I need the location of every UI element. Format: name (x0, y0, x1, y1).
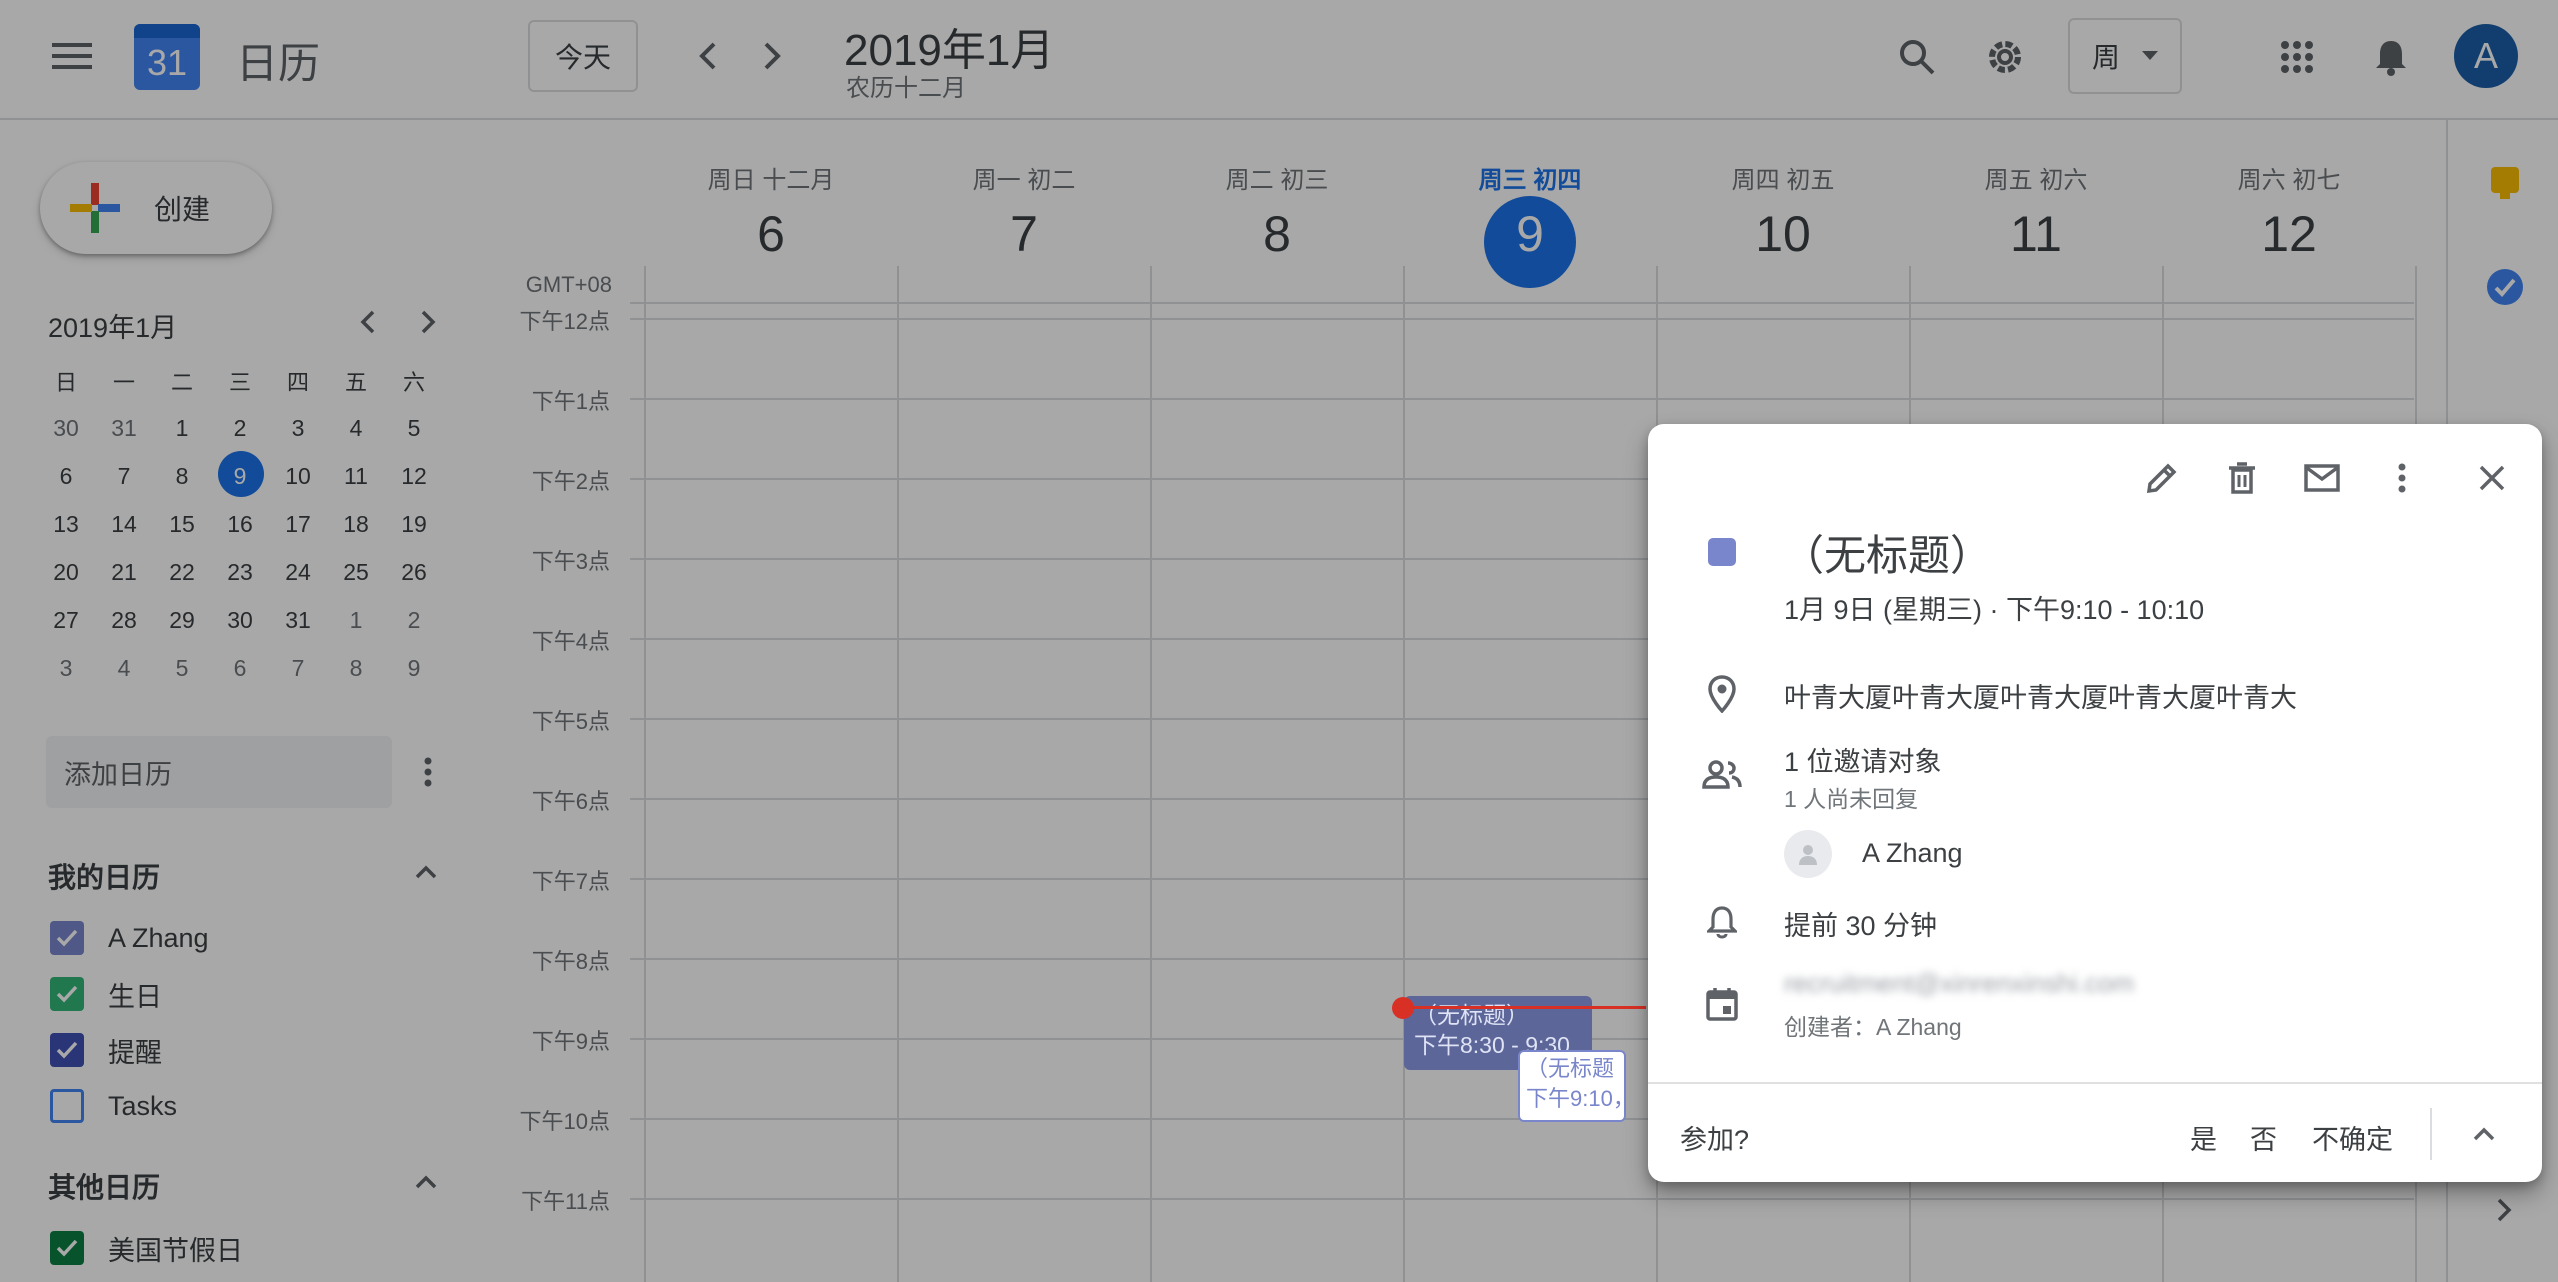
email-guests-icon[interactable] (2292, 448, 2352, 508)
rsvp-question: 参加? (1680, 1125, 1750, 1155)
calendar-icon (1694, 976, 1750, 1032)
event-title: （无标题 (1526, 1056, 1615, 1081)
expand-rsvp-chevron-icon[interactable] (2456, 1106, 2512, 1162)
guest-avatar (1784, 830, 1832, 878)
event-location[interactable]: 叶青大厦叶青大厦叶青大厦叶青大厦叶青大 (1784, 676, 2297, 715)
reminder-bell-icon (1694, 894, 1750, 950)
delete-trash-icon[interactable] (2212, 448, 2272, 508)
calendar-owner-email: recruitment@xinrenxinshi.com (1784, 968, 2135, 998)
guests-pending: 1 人尚未回复 (1784, 786, 1919, 812)
event-color-swatch (1708, 538, 1736, 566)
close-icon[interactable] (2462, 448, 2522, 508)
header-dim (0, 0, 2558, 120)
location-pin-icon (1694, 666, 1750, 722)
edit-pencil-icon[interactable] (2132, 448, 2192, 508)
guests-people-icon (1694, 746, 1750, 802)
event-date-time: 1月 9日 (星期三) · 下午9:10 - 10:10 (1784, 595, 2205, 625)
event-time: 下午9:10， (1526, 1086, 1626, 1111)
rsvp-footer: 参加? 是 否 不确定 (1648, 1082, 2542, 1182)
event-creator: 创建者：A Zhang (1784, 1014, 1962, 1040)
rsvp-divider (2430, 1108, 2432, 1160)
event-title: （无标题） (1414, 1002, 1529, 1028)
more-options-icon[interactable] (2372, 448, 2432, 508)
current-time-line (1404, 1006, 1646, 1009)
event-chip-selected[interactable]: （无标题 下午9:10， (1518, 1050, 1626, 1122)
rsvp-yes-button[interactable]: 是 (2190, 1118, 2217, 1157)
rsvp-no-button[interactable]: 否 (2250, 1118, 2277, 1157)
guests-summary: 1 位邀请对象 (1784, 747, 1942, 777)
current-time-dot (1392, 997, 1414, 1019)
guest-name: A Zhang (1862, 838, 1963, 868)
rsvp-maybe-button[interactable]: 不确定 (2312, 1118, 2393, 1157)
reminder-text: 提前 30 分钟 (1784, 911, 1938, 941)
event-details-popup: （无标题） 1月 9日 (星期三) · 下午9:10 - 10:10 叶青大厦叶… (1648, 424, 2542, 1182)
event-title: （无标题） (1782, 532, 1993, 579)
